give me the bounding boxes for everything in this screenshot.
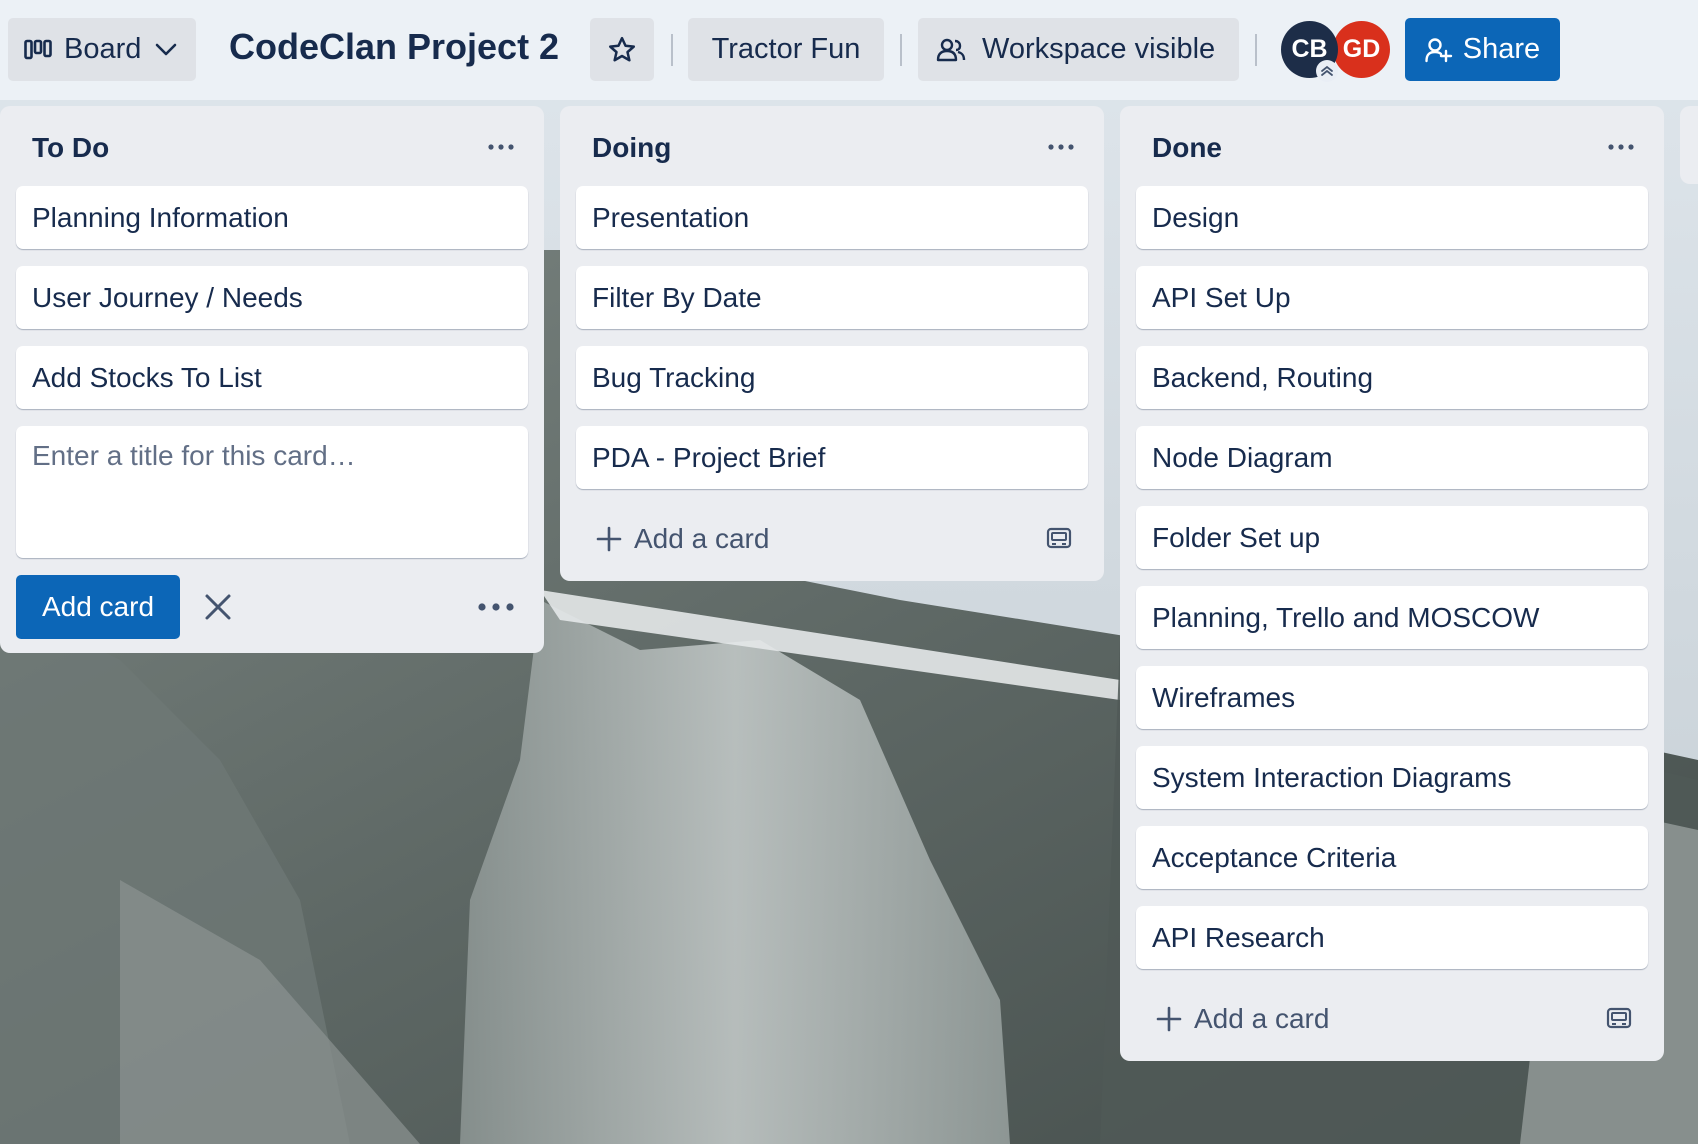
list-header: Doing <box>560 106 1104 186</box>
chevron-down-icon <box>155 43 177 57</box>
list-title[interactable]: Doing <box>592 132 671 164</box>
list-header: Done <box>1120 106 1664 186</box>
list-title[interactable]: Done <box>1152 132 1222 164</box>
add-card-button[interactable]: Add a card <box>1156 999 1329 1039</box>
card[interactable]: Acceptance Criteria <box>1136 826 1648 889</box>
card[interactable]: Presentation <box>576 186 1088 249</box>
more-horizontal-icon <box>1608 144 1634 150</box>
card[interactable]: System Interaction Diagrams <box>1136 746 1648 809</box>
card[interactable]: User Journey / Needs <box>16 266 528 329</box>
card-template-icon <box>1046 527 1072 549</box>
card[interactable]: API Set Up <box>1136 266 1648 329</box>
list-doing: Doing Presentation Filter By Date Bug Tr… <box>560 106 1104 581</box>
star-icon <box>607 35 637 65</box>
plus-icon <box>1156 1006 1182 1032</box>
member-avatar-gd[interactable]: GD <box>1333 21 1390 78</box>
people-icon <box>936 37 966 63</box>
list-title[interactable]: To Do <box>32 132 109 164</box>
header-divider <box>900 34 902 66</box>
list-actions-button[interactable] <box>1044 132 1078 162</box>
add-card-label: Add a card <box>634 523 770 554</box>
list-actions-button[interactable] <box>484 132 518 162</box>
card[interactable]: Planning, Trello and MOSCOW <box>1136 586 1648 649</box>
view-switcher-label: Board <box>64 33 142 65</box>
list-footer: Add a card <box>560 503 1104 581</box>
card-title-input[interactable] <box>32 440 512 544</box>
workspace-name-button[interactable]: Tractor Fun <box>688 18 884 81</box>
visibility-button[interactable]: Workspace visible <box>918 18 1239 81</box>
card[interactable]: PDA - Project Brief <box>576 426 1088 489</box>
view-switcher-button[interactable]: Board <box>8 18 196 81</box>
visibility-label: Workspace visible <box>982 33 1216 65</box>
create-from-template-button[interactable] <box>1602 1001 1636 1035</box>
header-divider <box>671 34 673 66</box>
composer-options-button[interactable] <box>474 591 518 623</box>
card-template-icon <box>1606 1007 1632 1029</box>
trello-board: Board CodeClan Project 2 Tractor Fun Wor… <box>0 0 1698 1144</box>
list-footer: Add a card <box>1120 983 1664 1061</box>
create-from-template-button[interactable] <box>1042 521 1076 555</box>
card[interactable]: Node Diagram <box>1136 426 1648 489</box>
add-person-icon <box>1425 37 1453 63</box>
card[interactable]: Bug Tracking <box>576 346 1088 409</box>
plus-icon <box>596 526 622 552</box>
card-composer <box>16 426 528 558</box>
board-view-icon <box>24 39 52 61</box>
next-list-edge[interactable] <box>1680 106 1698 184</box>
more-horizontal-icon <box>488 144 514 150</box>
list-done: Done Design API Set Up Backend, Routing … <box>1120 106 1664 1061</box>
list-header: To Do <box>0 106 544 186</box>
share-label: Share <box>1462 33 1541 65</box>
board-title[interactable]: CodeClan Project 2 <box>229 26 559 68</box>
card[interactable]: Add Stocks To List <box>16 346 528 409</box>
add-card-submit-button[interactable]: Add card <box>16 575 180 639</box>
card[interactable]: API Research <box>1136 906 1648 969</box>
board-header: Board CodeClan Project 2 Tractor Fun Wor… <box>0 0 1698 100</box>
share-button[interactable]: Share <box>1405 18 1560 81</box>
list-actions-button[interactable] <box>1604 132 1638 162</box>
add-card-label: Add a card <box>1194 1003 1330 1034</box>
card[interactable]: Folder Set up <box>1136 506 1648 569</box>
card[interactable]: Planning Information <box>16 186 528 249</box>
card[interactable]: Backend, Routing <box>1136 346 1648 409</box>
card[interactable]: Filter By Date <box>576 266 1088 329</box>
composer-controls: Add card <box>0 575 544 653</box>
star-board-button[interactable] <box>590 18 654 81</box>
admin-chevron-icon <box>1316 60 1338 82</box>
more-horizontal-icon <box>478 603 514 611</box>
add-card-button[interactable]: Add a card <box>596 519 769 559</box>
more-horizontal-icon <box>1048 144 1074 150</box>
card[interactable]: Design <box>1136 186 1648 249</box>
list-to-do: To Do Planning Information User Journey … <box>0 106 544 653</box>
header-divider <box>1255 34 1257 66</box>
close-icon[interactable] <box>200 589 236 625</box>
card[interactable]: Wireframes <box>1136 666 1648 729</box>
